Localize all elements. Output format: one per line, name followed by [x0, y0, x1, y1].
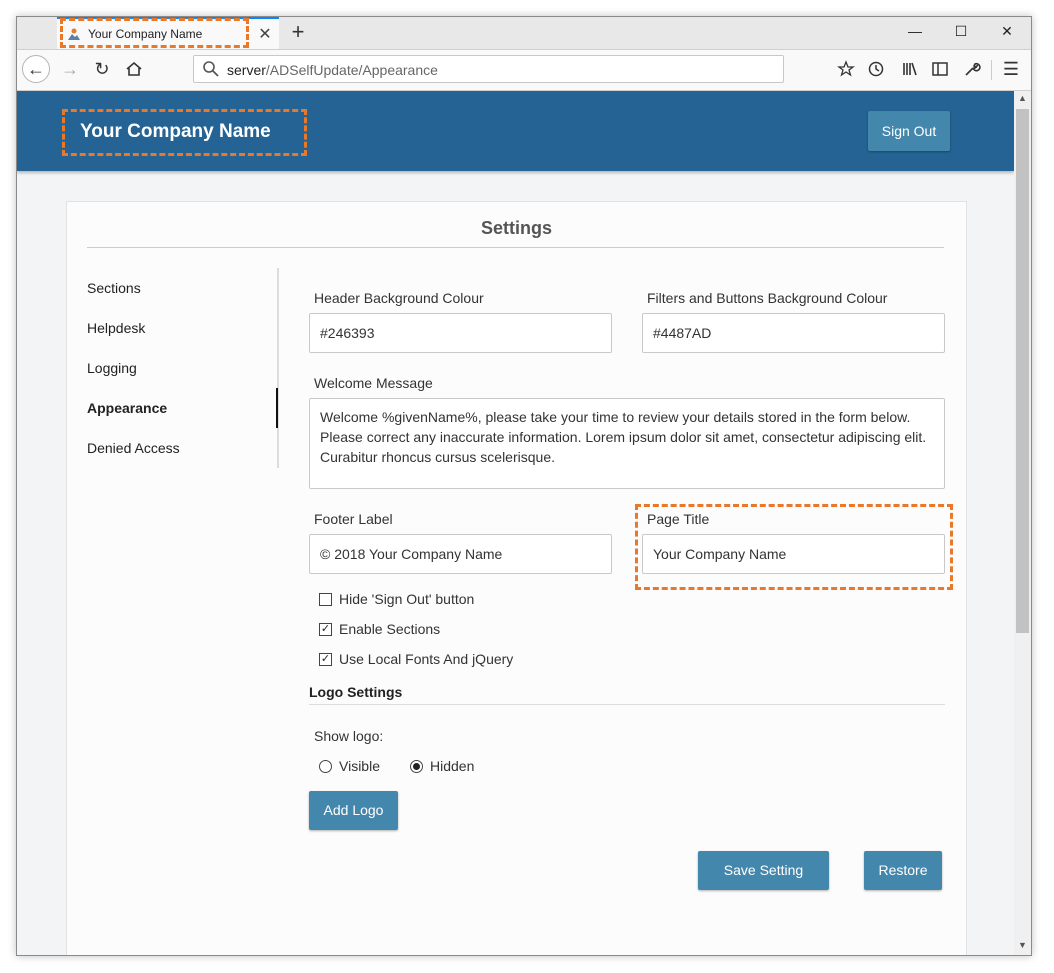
show-logo-label: Show logo:	[314, 728, 384, 744]
new-tab-icon[interactable]: +	[287, 20, 309, 44]
sign-out-button[interactable]: Sign Out	[868, 111, 950, 151]
logo-settings-title: Logo Settings	[309, 684, 403, 700]
url-bar[interactable]: server/ADSelfUpdate/Appearance	[193, 55, 784, 83]
company-name-highlight	[62, 109, 307, 156]
sidebar-item-logging[interactable]: Logging	[87, 360, 137, 376]
page-title-highlight	[635, 504, 953, 590]
scrollbar[interactable]: ▲ ▼	[1014, 91, 1031, 955]
enable-sections-label: Enable Sections	[339, 621, 441, 637]
footer-label-input[interactable]: © 2018 Your Company Name	[309, 534, 612, 574]
settings-card: Settings Sections Helpdesk Logging Appea…	[66, 201, 967, 955]
sidebar-icon[interactable]	[927, 56, 953, 82]
tab-highlight	[60, 18, 249, 48]
scroll-up-icon[interactable]: ▲	[1014, 93, 1031, 107]
header-bg-label: Header Background Colour	[314, 290, 484, 306]
settings-title: Settings	[480, 218, 552, 238]
tab-bar: Your Company Name ✕ + — ☐ ✕	[17, 17, 1031, 50]
logo-visible-label: Visible	[339, 758, 380, 774]
scroll-down-icon[interactable]: ▼	[1014, 940, 1031, 954]
nav-bar: ← → ↻ server/ADSelfUpdate/Appearance ☰	[17, 50, 1031, 91]
filters-bg-label: Filters and Buttons Background Colour	[647, 290, 888, 306]
sidebar-item-denied-access[interactable]: Denied Access	[87, 440, 180, 456]
enable-sections-checkbox[interactable]: ✓	[319, 623, 332, 636]
menu-icon[interactable]: ☰	[998, 56, 1024, 82]
tab-close-icon[interactable]: ✕	[257, 24, 273, 44]
hide-signout-label: Hide 'Sign Out' button	[339, 591, 475, 607]
bookmark-star-icon[interactable]	[833, 56, 859, 82]
scroll-thumb[interactable]	[1016, 109, 1029, 633]
sidebar-item-helpdesk[interactable]: Helpdesk	[87, 320, 145, 336]
minimize-icon[interactable]: —	[905, 23, 925, 43]
back-icon[interactable]: ←	[22, 55, 50, 83]
window-close-icon[interactable]: ✕	[997, 23, 1017, 43]
logo-visible-radio[interactable]	[319, 760, 332, 773]
settings-sidebar: Sections Helpdesk Logging Appearance Den…	[87, 268, 279, 468]
home-icon[interactable]	[121, 56, 147, 82]
header-bg-input[interactable]: #246393	[309, 313, 612, 353]
welcome-message-label: Welcome Message	[314, 375, 433, 391]
footer-label-label: Footer Label	[314, 511, 393, 527]
browser-window: Your Company Name ✕ + — ☐ ✕ ← → ↻ server…	[16, 16, 1032, 956]
maximize-icon[interactable]: ☐	[951, 23, 971, 43]
restore-button[interactable]: Restore	[864, 851, 942, 890]
welcome-message-textarea[interactable]: Welcome %givenName%, please take your ti…	[309, 398, 945, 489]
history-icon[interactable]	[863, 56, 889, 82]
url-text: server/ADSelfUpdate/Appearance	[227, 62, 438, 78]
hide-signout-checkbox[interactable]	[319, 593, 332, 606]
radio-selected-dot	[413, 763, 420, 770]
page-viewport: Your Company Name Sign Out Settings Sect…	[17, 91, 1014, 955]
url-host: server	[227, 62, 266, 78]
logo-hidden-label: Hidden	[430, 758, 475, 774]
search-icon	[203, 61, 219, 77]
local-fonts-checkbox[interactable]: ✓	[319, 653, 332, 666]
logo-hidden-radio[interactable]	[410, 760, 423, 773]
page-header: Your Company Name Sign Out	[17, 91, 1014, 171]
forward-icon[interactable]: →	[57, 56, 83, 82]
reload-icon[interactable]: ↻	[89, 56, 115, 82]
wrench-icon[interactable]	[959, 56, 985, 82]
local-fonts-label: Use Local Fonts And jQuery	[339, 651, 514, 667]
sidebar-item-appearance[interactable]: Appearance	[87, 400, 167, 416]
divider	[309, 704, 945, 705]
save-setting-button[interactable]: Save Setting	[698, 851, 829, 890]
url-path: /ADSelfUpdate/Appearance	[265, 62, 438, 78]
add-logo-button[interactable]: Add Logo	[309, 791, 398, 830]
toolbar-separator	[991, 60, 992, 80]
filters-bg-input[interactable]: #4487AD	[642, 313, 945, 353]
sidebar-item-sections[interactable]: Sections	[87, 280, 141, 296]
library-icon[interactable]	[897, 56, 923, 82]
divider	[87, 247, 944, 248]
sidebar-active-indicator	[276, 388, 278, 428]
